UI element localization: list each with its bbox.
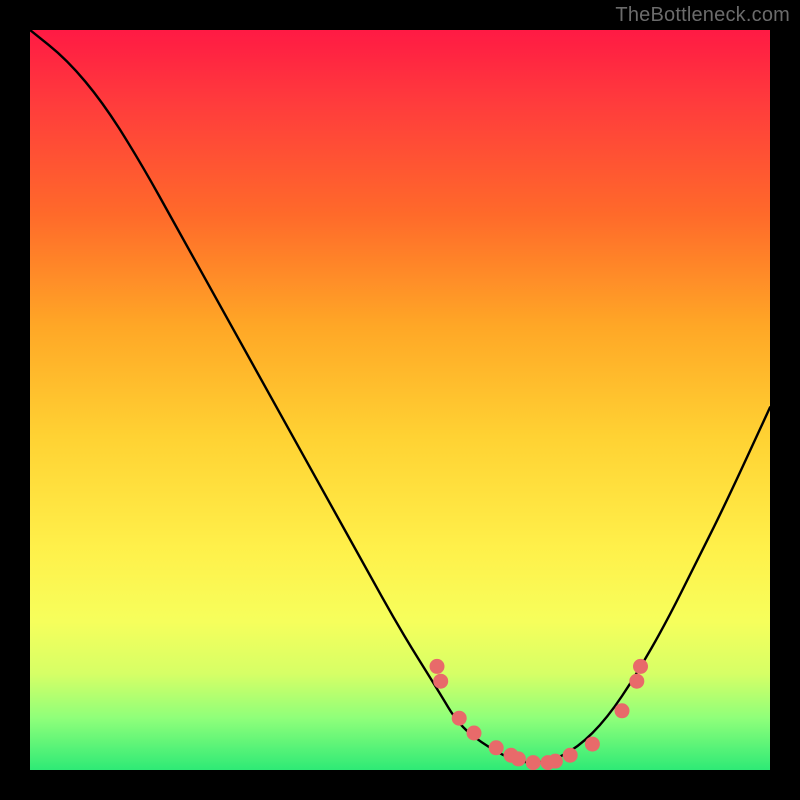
- chart-frame: TheBottleneck.com: [0, 0, 800, 800]
- marker-dot: [629, 674, 644, 689]
- marker-dot: [467, 726, 482, 741]
- curve-markers: [430, 659, 649, 770]
- marker-dot: [633, 659, 648, 674]
- chart-svg: [30, 30, 770, 770]
- marker-dot: [615, 703, 630, 718]
- marker-dot: [433, 674, 448, 689]
- marker-dot: [430, 659, 445, 674]
- marker-dot: [563, 748, 578, 763]
- curve-line: [30, 30, 770, 763]
- marker-dot: [548, 754, 563, 769]
- marker-dot: [585, 737, 600, 752]
- marker-dot: [452, 711, 467, 726]
- marker-dot: [526, 755, 541, 770]
- marker-dot: [489, 740, 504, 755]
- marker-dot: [511, 751, 526, 766]
- watermark-text: TheBottleneck.com: [615, 4, 790, 27]
- plot-area: [30, 30, 770, 770]
